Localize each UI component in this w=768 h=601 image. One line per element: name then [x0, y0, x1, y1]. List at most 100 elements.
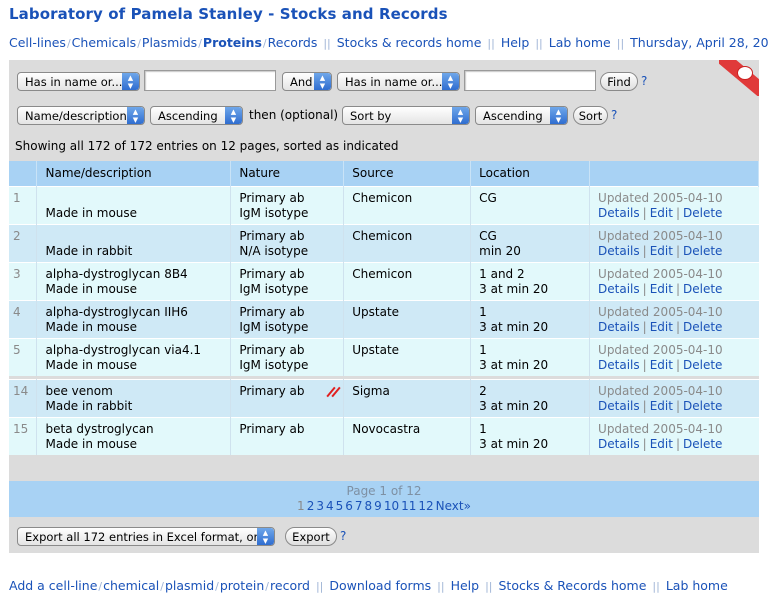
bottom-stocks-home-link[interactable]: Stocks & Records home — [498, 578, 646, 593]
nav-proteins-link-current[interactable]: Proteins — [203, 35, 262, 50]
search-field-select-1[interactable]: Has in name or... ▲ ▼ — [17, 72, 140, 91]
edit-link[interactable]: Edit — [650, 282, 673, 296]
export-format-select[interactable]: Export all 172 entries in Excel format, … — [17, 527, 275, 546]
page-links: 1 2 3 4 5 6 7 8 9 10 11 12 Next» — [9, 499, 759, 513]
delete-link[interactable]: Delete — [683, 358, 722, 372]
row-source-cell: Chemicon — [343, 185, 472, 224]
edit-link[interactable]: Edit — [650, 358, 673, 372]
delete-link[interactable]: Delete — [683, 399, 722, 413]
bottom-lab-home-link[interactable]: Lab home — [666, 578, 728, 593]
page-link[interactable]: 6 — [345, 499, 353, 513]
page-link[interactable]: 8 — [365, 499, 373, 513]
delete-link[interactable]: Delete — [683, 282, 722, 296]
edit-link[interactable]: Edit — [650, 206, 673, 220]
next-page-link[interactable]: Next» — [436, 499, 471, 513]
edit-link[interactable]: Edit — [650, 320, 673, 334]
row-isotype: IgM isotype — [239, 357, 309, 372]
details-link[interactable]: Details — [598, 206, 640, 220]
details-link[interactable]: Details — [598, 320, 640, 334]
sort-help-link[interactable]: ? — [611, 108, 617, 122]
row-name-cell: Made in rabbit — [36, 223, 232, 262]
row-nature: Primary ab — [239, 266, 305, 281]
select-arrows-icon: ▲ ▼ — [257, 528, 274, 545]
nav-separator: / — [265, 580, 270, 593]
page-link[interactable]: 2 — [307, 499, 315, 513]
details-link[interactable]: Details — [598, 358, 640, 372]
page-link[interactable]: 4 — [326, 499, 334, 513]
search-input-1[interactable] — [144, 70, 276, 91]
row-source: Upstate — [352, 304, 400, 319]
delete-link[interactable]: Delete — [683, 244, 722, 258]
row-isotype: N/A isotype — [239, 243, 309, 258]
row-number: 1 — [9, 185, 38, 224]
row-updated-date: Updated 2005-04-10 — [598, 266, 723, 281]
column-header-location: Location — [470, 161, 591, 186]
details-link[interactable]: Details — [598, 437, 640, 451]
add-cell-line-link[interactable]: Add a cell-line — [9, 578, 97, 593]
search-input-2[interactable] — [464, 70, 596, 91]
nav-chemicals-link[interactable]: Chemicals — [72, 35, 137, 50]
corner-logo-icon — [719, 60, 759, 96]
page-link[interactable]: 7 — [355, 499, 363, 513]
sort-field-select-2[interactable]: Sort by ▲ ▼ — [342, 106, 470, 125]
pagination-bar: Page 1 of 12 1 2 3 4 5 6 7 8 9 10 11 12 Next» — [9, 481, 759, 517]
page-link[interactable]: 12 — [418, 499, 433, 513]
page-link[interactable]: 11 — [401, 499, 416, 513]
details-link[interactable]: Details — [598, 244, 640, 258]
conjunction-select[interactable]: And ▲ ▼ — [282, 72, 332, 91]
sort-order-select-1-label: Ascending — [158, 109, 218, 123]
sort-button[interactable]: Sort — [573, 106, 608, 125]
add-record-link[interactable]: record — [270, 578, 310, 593]
page-link[interactable]: 3 — [316, 499, 324, 513]
row-location-line-1: 1 — [479, 422, 487, 436]
column-header-number — [9, 161, 38, 186]
page-link[interactable]: 10 — [384, 499, 399, 513]
row-name-cell: bee venom Made in rabbit — [36, 379, 232, 418]
search-help-link[interactable]: ? — [641, 74, 647, 88]
nav-lab-home-link[interactable]: Lab home — [549, 35, 611, 50]
bottom-help-link[interactable]: Help — [451, 578, 480, 593]
nav-stocks-home-link[interactable]: Stocks & records home — [337, 35, 482, 50]
export-help-link[interactable]: ? — [340, 529, 346, 543]
row-number-value: 14 — [13, 384, 29, 398]
delete-link[interactable]: Delete — [683, 320, 722, 334]
nav-records-link[interactable]: Records — [268, 35, 318, 50]
export-button[interactable]: Export — [285, 527, 337, 546]
sort-order-select-2[interactable]: Ascending ▲ ▼ — [475, 106, 568, 125]
row-name-cell: beta dystroglycan Made in mouse — [36, 417, 232, 455]
edit-link[interactable]: Edit — [650, 244, 673, 258]
row-location-cell: 23 at min 20 — [470, 379, 591, 418]
row-description: Made in mouse — [45, 205, 138, 220]
row-source: Upstate — [352, 342, 400, 357]
edit-link[interactable]: Edit — [650, 399, 673, 413]
row-location-line-2: 3 at min 20 — [479, 437, 549, 451]
page-link[interactable]: 5 — [336, 499, 344, 513]
row-location-cell: 13 at min 20 — [470, 417, 591, 455]
find-button[interactable]: Find — [600, 72, 638, 91]
nav-cell-lines-link[interactable]: Cell-lines — [9, 35, 66, 50]
nav-help-link[interactable]: Help — [501, 35, 530, 50]
details-link[interactable]: Details — [598, 399, 640, 413]
sort-order-select-1[interactable]: Ascending ▲ ▼ — [150, 106, 243, 125]
sort-field-select-1[interactable]: Name/description ▲ ▼ — [17, 106, 145, 125]
select-arrows-icon: ▲ ▼ — [550, 107, 567, 124]
nav-plasmids-link[interactable]: Plasmids — [142, 35, 197, 50]
details-link[interactable]: Details — [598, 282, 640, 296]
edit-link[interactable]: Edit — [650, 437, 673, 451]
action-separator: | — [675, 399, 680, 413]
action-separator: | — [642, 399, 647, 413]
add-protein-link[interactable]: protein — [220, 578, 264, 593]
delete-link[interactable]: Delete — [683, 206, 722, 220]
download-forms-link[interactable]: Download forms — [329, 578, 431, 593]
search-field-select-2[interactable]: Has in name or... ▲ ▼ — [337, 72, 460, 91]
row-location-line-1: 2 — [479, 384, 487, 398]
page-link[interactable]: 9 — [374, 499, 382, 513]
row-nature-cell: Primary ab IgM isotype — [230, 299, 345, 338]
add-chemical-link[interactable]: chemical — [103, 578, 159, 593]
row-location-line-2: 3 at min 20 — [479, 319, 549, 334]
row-description: Made in mouse — [45, 281, 138, 296]
add-plasmid-link[interactable]: plasmid — [165, 578, 214, 593]
delete-link[interactable]: Delete — [683, 437, 722, 451]
action-separator: | — [642, 281, 647, 296]
sort-order-select-2-label: Ascending — [483, 109, 543, 123]
